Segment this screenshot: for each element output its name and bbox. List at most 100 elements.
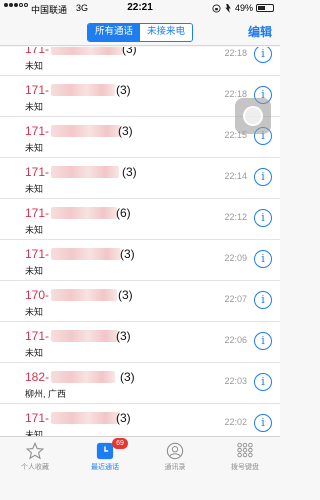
info-icon[interactable]: i (254, 414, 272, 432)
call-count: (6) (116, 206, 131, 220)
caller-location: 未知 (25, 430, 44, 436)
tab-contacts[interactable]: 通讯录 (140, 437, 210, 477)
call-row[interactable]: 171- (3) 未知 22:18 i (0, 47, 280, 76)
redacted-number (51, 248, 122, 260)
tab-label: 最近通话 (91, 464, 119, 471)
caller-number: 171- (25, 83, 116, 97)
call-row[interactable]: 171- (3) 未知 22:06 i (0, 322, 280, 363)
call-count: (3) (118, 288, 133, 302)
caller-location: 未知 (25, 184, 44, 194)
segment-missed-calls[interactable]: 未接来电 (140, 24, 192, 41)
call-count: (3) (116, 329, 131, 343)
number-prefix: 171- (25, 329, 50, 343)
redacted-number (51, 207, 118, 219)
tab-label: 个人收藏 (21, 464, 49, 471)
caller-location: 未知 (25, 143, 44, 153)
battery-percent: 49% (234, 3, 253, 13)
number-prefix: 170- (25, 288, 50, 302)
info-icon[interactable]: i (254, 291, 272, 309)
tab-label: 拨号键盘 (231, 464, 259, 471)
call-row[interactable]: 182- (3) 柳州, 广西 22:03 i (0, 363, 280, 404)
call-count: (3) (122, 165, 137, 179)
segment-all-calls[interactable]: 所有通话 (88, 24, 140, 41)
caller-location: 未知 (25, 266, 44, 276)
call-time: 22:02 (224, 417, 247, 427)
caller-location: 未知 (25, 307, 44, 317)
caller-location: 未知 (25, 225, 44, 235)
call-time: 22:06 (224, 335, 247, 345)
caller-location: 未知 (25, 61, 44, 71)
call-row[interactable]: 171- (3) 未知 22:14 i (0, 158, 280, 199)
status-bar: 中国联通 3G 22:21 49% (0, 0, 280, 16)
info-icon[interactable]: i (254, 332, 272, 350)
redacted-number (51, 84, 116, 96)
call-count: (3) (118, 124, 133, 138)
redacted-number (51, 125, 122, 137)
call-row[interactable]: 171- (3) 未知 22:09 i (0, 240, 280, 281)
redacted-number (51, 371, 116, 383)
redacted-number (51, 412, 120, 424)
call-time: 22:09 (224, 253, 247, 263)
battery-icon (256, 4, 274, 12)
number-prefix: 171- (25, 124, 50, 138)
call-time: 22:18 (224, 48, 247, 58)
tab-label: 通讯录 (164, 464, 186, 471)
info-icon[interactable]: i (254, 209, 272, 227)
status-right: 49% (212, 3, 274, 13)
info-icon[interactable]: i (254, 168, 272, 186)
number-prefix: 171- (25, 206, 50, 220)
lock-rotation-icon (212, 3, 221, 13)
call-count: (3) (122, 47, 137, 56)
tab-bar: 个人收藏 69 最近通话 通讯录 拨号键盘 (0, 436, 280, 500)
redacted-number (51, 289, 118, 301)
number-prefix: 182- (25, 370, 50, 384)
caller-number: 171- (25, 165, 120, 179)
tab-favorites[interactable]: 个人收藏 (0, 437, 70, 477)
call-row[interactable]: 170- (3) 未知 22:07 i (0, 281, 280, 322)
alarm-icon (225, 3, 231, 13)
caller-number: 171- (25, 411, 120, 425)
call-count: (3) (120, 370, 135, 384)
info-icon[interactable]: i (254, 373, 272, 391)
call-count: (3) (116, 83, 131, 97)
caller-location: 未知 (25, 348, 44, 358)
number-prefix: 171- (25, 165, 50, 179)
caller-number: 182- (25, 370, 116, 384)
keypad-icon (237, 442, 253, 458)
call-time: 22:14 (224, 171, 247, 181)
call-time: 22:03 (224, 376, 247, 386)
assistive-touch-icon (243, 106, 263, 126)
navigation-bar: 所有通话 未接来电 编辑 (0, 16, 280, 46)
redacted-number (51, 47, 124, 55)
number-prefix: 171- (25, 411, 50, 425)
number-prefix: 171- (25, 247, 50, 261)
caller-location: 未知 (25, 102, 44, 112)
caller-number: 171- (25, 247, 122, 261)
star-icon (26, 442, 44, 460)
redacted-number (51, 166, 120, 178)
call-filter-segmented-control: 所有通话 未接来电 (87, 23, 193, 42)
tab-keypad[interactable]: 拨号键盘 (210, 437, 280, 477)
call-row[interactable]: 171- (3) 未知 22:02 i (0, 404, 280, 436)
info-icon[interactable]: i (254, 250, 272, 268)
call-count: (3) (116, 411, 131, 425)
number-prefix: 171- (25, 47, 50, 56)
call-time: 22:07 (224, 294, 247, 304)
call-count: (3) (120, 247, 135, 261)
assistive-touch-button[interactable] (235, 98, 271, 134)
caller-number: 170- (25, 288, 118, 302)
tab-recents[interactable]: 69 最近通话 (70, 437, 140, 477)
edit-button[interactable]: 编辑 (248, 23, 272, 40)
info-icon[interactable]: i (254, 47, 272, 63)
caller-location: 柳州, 广西 (25, 389, 67, 399)
number-prefix: 171- (25, 83, 50, 97)
missed-calls-badge: 69 (112, 438, 128, 449)
caller-number: 171- (25, 124, 122, 138)
call-row[interactable]: 171- (6) 未知 22:12 i (0, 199, 280, 240)
contacts-icon (166, 442, 184, 460)
redacted-number (51, 330, 120, 342)
call-time: 22:12 (224, 212, 247, 222)
caller-number: 171- (25, 206, 118, 220)
caller-number: 171- (25, 47, 124, 56)
caller-number: 171- (25, 329, 120, 343)
